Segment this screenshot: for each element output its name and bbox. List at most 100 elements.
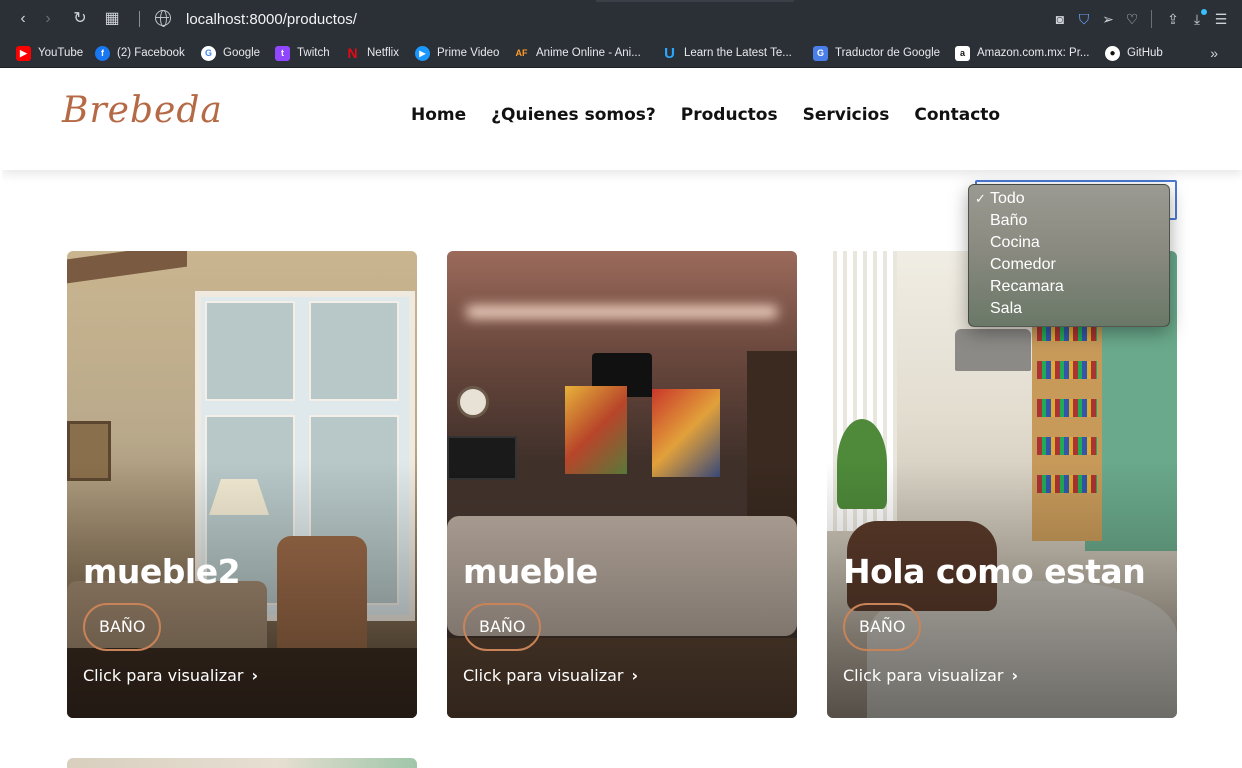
option-label: Sala (990, 300, 1023, 317)
option-label: Comedor (990, 256, 1056, 273)
bookmark-amazon[interactable]: a Amazon.com.mx: Pr... (955, 43, 1089, 63)
bookmark-label: Amazon.com.mx: Pr... (977, 47, 1090, 59)
checkmark-icon: ✓ (975, 191, 986, 206)
twitch-icon: t (275, 45, 290, 61)
nav-servicios[interactable]: Servicios (803, 104, 890, 126)
card-image-part (955, 329, 1031, 371)
bookmark-label: (2) Facebook (117, 47, 185, 59)
bookmark-label: Prime Video (437, 47, 500, 59)
menu-icon[interactable]: ☰ (1210, 9, 1232, 29)
product-title: mueble (463, 552, 598, 591)
bookmark-facebook[interactable]: f (2) Facebook (95, 43, 185, 63)
bookmark-github[interactable]: ● GitHub (1105, 43, 1163, 63)
active-tab-indicator (596, 0, 794, 2)
netflix-icon: N (347, 45, 358, 61)
google-icon: G (201, 45, 216, 61)
forward-icon[interactable]: › (38, 9, 58, 29)
facebook-icon: f (95, 45, 110, 61)
bookmark-netflix[interactable]: N Netflix (345, 43, 399, 63)
link-label: Click para visualizar (843, 666, 1004, 685)
link-label: Click para visualizar (463, 666, 624, 685)
globe-icon (155, 10, 171, 27)
chevron-right-icon: › (251, 666, 259, 685)
chevron-right-icon: › (631, 666, 639, 685)
download-icon[interactable]: ⤓ (1186, 9, 1208, 29)
address-bar[interactable]: localhost:8000/productos/ (186, 10, 357, 30)
nav-home[interactable]: Home (411, 104, 466, 126)
dropdown-option-cocina[interactable]: Cocina (969, 232, 1169, 254)
category-badge: BAÑO (843, 603, 922, 651)
card-image-part (467, 306, 777, 318)
product-title: mueble2 (83, 552, 241, 591)
bookmark-label: YouTube (38, 47, 84, 59)
view-product-link[interactable]: Click para visualizar › (83, 664, 258, 688)
bookmark-google[interactable]: G Google (201, 43, 260, 63)
bookmark-label: Anime Online - Ani... (536, 47, 641, 59)
bookmarks-bar: ▶ YouTube f (2) Facebook G Google t Twit… (0, 38, 1242, 68)
dropdown-option-comedor[interactable]: Comedor (969, 254, 1169, 276)
page-content: Brebeda Home ¿Quienes somos? Productos S… (2, 68, 1242, 768)
product-card[interactable]: mueble2 BAÑO Click para visualizar › (67, 251, 417, 718)
bookmark-label: GitHub (1127, 47, 1163, 59)
card-image-part (1037, 361, 1097, 379)
download-badge (1201, 9, 1207, 15)
toolbar-divider (139, 11, 140, 27)
dropdown-option-todo[interactable]: ✓ Todo (969, 188, 1169, 210)
category-badge: BAÑO (83, 603, 162, 651)
amazon-icon: a (955, 45, 970, 61)
bookmark-label: Learn the Latest Te... (684, 47, 792, 59)
option-label: Cocina (990, 234, 1040, 251)
youtube-icon: ▶ (16, 45, 31, 61)
bookmark-label: Twitch (297, 47, 330, 59)
bookmark-label: Netflix (367, 47, 399, 59)
nav-quienes-somos[interactable]: ¿Quienes somos? (491, 104, 656, 126)
camera-icon[interactable]: ◙ (1049, 9, 1071, 29)
product-card[interactable]: mueble BAÑO Click para visualizar › (447, 251, 797, 718)
nav-contacto[interactable]: Contacto (914, 104, 1000, 126)
more-bookmarks-icon[interactable]: » (1210, 43, 1218, 63)
nav-productos[interactable]: Productos (681, 104, 778, 126)
toolbar-divider (1151, 10, 1152, 28)
view-product-link[interactable]: Click para visualizar › (463, 664, 638, 688)
main-nav: Home ¿Quienes somos? Productos Servicios… (411, 104, 1025, 126)
dropdown-option-bano[interactable]: Baño (969, 210, 1169, 232)
card-image-part (1037, 399, 1097, 417)
tab-grid-icon[interactable]: ▦ (102, 9, 122, 29)
bookmark-anime-online[interactable]: AF Anime Online - Ani... (514, 43, 641, 63)
share-icon[interactable]: ⇪ (1162, 9, 1184, 29)
back-icon[interactable]: ‹ (13, 9, 33, 29)
dropdown-option-recamara[interactable]: Recamara (969, 276, 1169, 298)
option-label: Baño (990, 212, 1028, 229)
heart-icon[interactable]: ♡ (1121, 9, 1143, 29)
chevron-right-icon: › (1011, 666, 1019, 685)
category-badge: BAÑO (463, 603, 542, 651)
bookmark-twitch[interactable]: t Twitch (275, 43, 330, 63)
card-image-part (67, 251, 187, 284)
view-product-link[interactable]: Click para visualizar › (843, 664, 1018, 688)
google-translate-icon: G (813, 45, 828, 61)
bookmark-youtube[interactable]: ▶ YouTube (16, 43, 83, 63)
card-image-part (1037, 437, 1097, 455)
product-title: Hola como estan (843, 552, 1146, 591)
animeflv-icon: AF (515, 48, 528, 58)
github-icon: ● (1105, 45, 1120, 61)
product-card-partial[interactable] (67, 758, 417, 768)
link-label: Click para visualizar (83, 666, 244, 685)
site-logo[interactable]: Brebeda (62, 90, 223, 131)
dropdown-option-sala[interactable]: Sala (969, 298, 1169, 320)
bookmark-prime-video[interactable]: ▶ Prime Video (415, 43, 499, 63)
udemy-icon: U (664, 44, 675, 62)
option-label: Todo (990, 190, 1025, 207)
bookmark-learn-latest[interactable]: U Learn the Latest Te... (662, 43, 792, 63)
category-dropdown: ✓ Todo Baño Cocina Comedor Recamara Sala (968, 184, 1170, 327)
browser-toolbar: ‹ › ↻ ▦ localhost:8000/productos/ ◙ ⛉ ➢ … (0, 0, 1242, 38)
shield-icon[interactable]: ⛉ (1073, 9, 1095, 29)
bookmark-label: Google (223, 47, 261, 59)
option-label: Recamara (990, 278, 1064, 295)
prime-video-icon: ▶ (415, 45, 430, 61)
bookmark-label: Traductor de Google (835, 47, 941, 59)
reload-icon[interactable]: ↻ (70, 9, 90, 29)
toolbar-actions: ◙ ⛉ ➢ ♡ ⇪ ⤓ ☰ (1047, 9, 1232, 29)
send-icon[interactable]: ➢ (1097, 9, 1119, 29)
bookmark-traductor[interactable]: G Traductor de Google (813, 43, 940, 63)
